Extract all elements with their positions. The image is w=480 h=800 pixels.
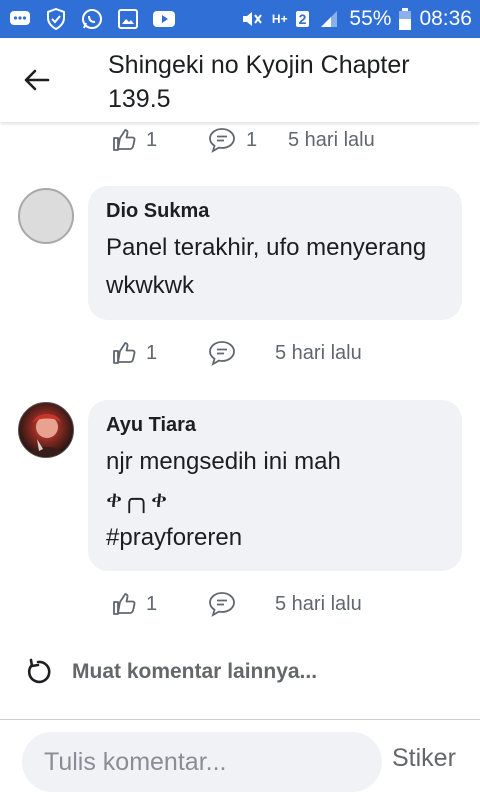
comment-author[interactable]: Ayu Tiara xyxy=(106,414,444,437)
comment-meta-row: 1 5 hari lalu xyxy=(0,586,480,622)
avatar[interactable] xyxy=(18,402,74,458)
comment-text: Panel terakhir, ufo menyerang wkwkwk xyxy=(106,234,427,299)
whatsapp-icon xyxy=(80,9,104,29)
battery-icon xyxy=(399,8,412,30)
comment-meta-row: 1 1 5 hari lalu xyxy=(0,122,480,158)
speech-bubble-icon xyxy=(209,341,235,366)
comment-bubble: Dio Sukma Panel terakhir, ufo menyerang … xyxy=(88,186,462,320)
shield-icon xyxy=(44,8,68,30)
sim-indicator: 2 xyxy=(295,11,310,27)
comment-composer xyxy=(22,732,382,792)
load-more-comments-button[interactable]: Muat komentar lainnya... xyxy=(24,658,317,686)
comment-text-line: ቀ╭╮ቀ xyxy=(106,486,168,513)
refresh-icon xyxy=(27,658,51,684)
comment-author[interactable]: Dio Sukma xyxy=(106,200,444,223)
reply-count: 1 xyxy=(246,128,258,151)
youtube-icon xyxy=(152,9,176,29)
like-count: 1 xyxy=(146,592,158,615)
page-title: Shingeki no Kyojin Chapter 139.5 xyxy=(108,51,410,113)
clock: 08:36 xyxy=(419,7,472,30)
status-bar: H+ 2 55% 08:36 xyxy=(0,0,480,38)
comment-time: 5 hari lalu xyxy=(288,128,375,151)
system-status: H+ 2 55% 08:36 xyxy=(240,7,472,31)
comment-bubble: Ayu Tiara njr mengsedih ini mah ቀ╭╮ቀ #pr… xyxy=(88,400,462,571)
comment-input[interactable] xyxy=(44,747,364,777)
gallery-icon xyxy=(116,9,140,29)
avatar[interactable] xyxy=(18,188,74,244)
speech-bubble-icon xyxy=(209,592,235,617)
network-type: H+ xyxy=(271,12,288,26)
reply-button[interactable] xyxy=(208,340,236,366)
load-more-label: Muat komentar lainnya... xyxy=(72,660,318,683)
comment-time: 5 hari lalu xyxy=(275,592,362,615)
comment-text-line: njr mengsedih ini mah xyxy=(106,448,341,475)
like-count: 1 xyxy=(146,128,158,151)
comment-time: 5 hari lalu xyxy=(275,341,362,364)
divider xyxy=(0,719,480,720)
arrow-left-icon xyxy=(24,69,50,91)
app-bar: Shingeki no Kyojin Chapter 139.5 xyxy=(0,38,480,122)
battery-percent: 55% xyxy=(349,7,392,30)
avatar-image xyxy=(27,414,67,457)
thumbs-up-icon xyxy=(113,129,136,151)
thumbs-up-icon xyxy=(113,342,136,364)
sticker-button[interactable]: Stiker xyxy=(392,744,456,773)
reply-button[interactable] xyxy=(208,591,236,617)
messages-icon xyxy=(8,9,32,29)
like-button[interactable]: 1 xyxy=(112,128,157,152)
speech-bubble-icon xyxy=(209,128,235,153)
thumbs-up-icon xyxy=(113,593,136,615)
comment-meta-row: 1 5 hari lalu xyxy=(0,335,480,371)
reply-button[interactable]: 1 xyxy=(208,127,257,153)
notification-icons xyxy=(8,8,176,30)
signal-icon xyxy=(317,9,341,29)
mute-icon xyxy=(240,9,264,29)
like-count: 1 xyxy=(146,341,158,364)
back-button[interactable] xyxy=(16,60,56,100)
like-button[interactable]: 1 xyxy=(112,341,157,365)
comment-hashtag[interactable]: #prayforeren xyxy=(106,519,444,557)
like-button[interactable]: 1 xyxy=(112,592,157,616)
